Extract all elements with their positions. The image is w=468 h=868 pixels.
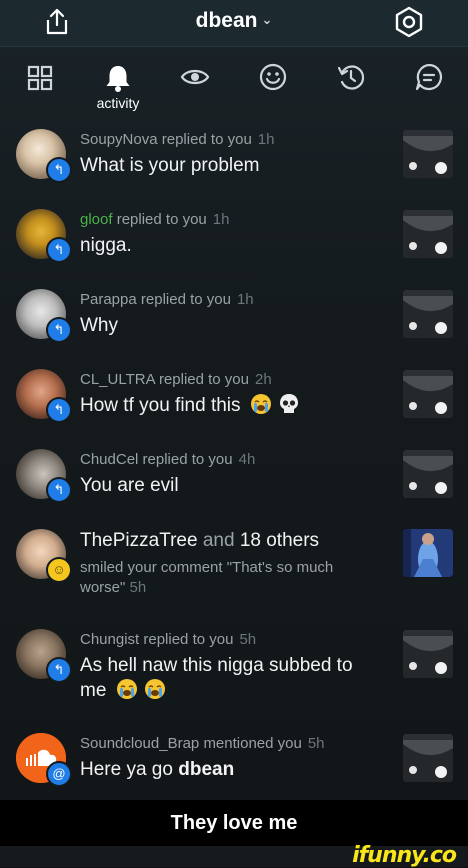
top-bar: dbean ⌄ (0, 0, 468, 47)
reply-icon: ↰ (46, 237, 72, 263)
timestamp: 1h (257, 131, 275, 148)
post-thumbnail[interactable] (403, 130, 453, 178)
timestamp: 5h (129, 579, 147, 596)
smile-badge-icon: ☺ (46, 557, 72, 583)
username[interactable]: ChudCel (80, 451, 138, 468)
tab-grid[interactable] (10, 56, 70, 116)
username[interactable]: SoupyNova (80, 131, 158, 148)
tab-activity[interactable]: activity (88, 56, 148, 116)
username[interactable]: ThePizzaTree (80, 530, 198, 551)
username[interactable]: Parappa (80, 291, 137, 308)
post-thumbnail[interactable] (403, 529, 453, 577)
reply-text-container: How tf you find this (80, 393, 299, 418)
crying-emoji-icon (144, 679, 165, 699)
timestamp: 5h (239, 631, 257, 648)
notification-meta: Chungist replied to you 5h (80, 631, 256, 648)
notification-meta: Soundcloud_Brap mentioned you 5h (80, 735, 325, 752)
notification-detail: smiled your comment "That's so much wors… (80, 558, 380, 598)
activity-tabs: activity (0, 56, 468, 118)
tab-history[interactable] (321, 56, 381, 116)
reply-text-container: Here ya go dbean (80, 757, 234, 782)
grid-icon (27, 65, 53, 91)
action-text: replied to you (158, 371, 249, 388)
reply-icon: ↰ (46, 157, 72, 183)
username[interactable]: Soundcloud_Brap (80, 735, 199, 752)
skull-emoji-icon (280, 394, 299, 413)
reply-text: Why (80, 315, 118, 336)
tab-smiles[interactable] (243, 56, 303, 116)
crying-emoji-icon (116, 679, 137, 699)
mention-icon: @ (46, 761, 72, 787)
reply-icon: ↰ (46, 397, 72, 423)
mention-link[interactable]: dbean (178, 759, 234, 780)
reply-text: What is your problem (80, 155, 260, 176)
reply-text-container: As hell naw this nigga subbed to me (80, 653, 380, 703)
action-text: replied to you (116, 211, 207, 228)
notification-meta: gloof replied to you 1h (80, 211, 229, 228)
ifunny-watermark: ifunny.co (352, 843, 457, 868)
bell-icon (106, 66, 130, 92)
chevron-down-icon: ⌄ (261, 12, 273, 27)
notification-meta: SoupyNova replied to you 1h (80, 131, 274, 148)
reply-text: How tf you find this (80, 395, 241, 416)
reply-icon: ↰ (46, 317, 72, 343)
username[interactable]: CL_ULTRA (80, 371, 155, 388)
crying-emoji-icon (250, 394, 271, 414)
notification-title: ThePizzaTree and 18 others (80, 530, 319, 552)
watermark-bar: ifunny.co (0, 843, 468, 868)
eye-icon (180, 69, 210, 85)
post-thumbnail[interactable] (403, 734, 453, 782)
tab-activity-label: activity (96, 95, 140, 111)
action-text: replied to you (161, 131, 252, 148)
notification-meta: Parappa replied to you 1h (80, 291, 254, 308)
timestamp: 1h (236, 291, 254, 308)
timestamp: 5h (307, 735, 325, 752)
post-thumbnail[interactable] (403, 370, 453, 418)
tab-views[interactable] (165, 56, 225, 116)
action-text: mentioned you (203, 735, 302, 752)
action-text: replied to you (140, 291, 231, 308)
history-icon (337, 65, 365, 90)
tab-comments[interactable] (399, 56, 459, 116)
reply-text: nigga. (80, 235, 132, 256)
others-count[interactable]: 18 others (240, 530, 319, 551)
action-text: replied to you (142, 451, 233, 468)
post-thumbnail[interactable] (403, 210, 453, 258)
post-thumbnail[interactable] (403, 450, 453, 498)
meme-caption: They love me (0, 800, 468, 846)
notification-meta: ChudCel replied to you 4h (80, 451, 255, 468)
username[interactable]: Chungist (80, 631, 139, 648)
detail-text: smiled your comment "That's so much wors… (80, 559, 334, 596)
smile-icon (259, 63, 287, 91)
post-thumbnail[interactable] (403, 290, 453, 338)
username[interactable]: gloof (80, 211, 113, 228)
timestamp: 4h (238, 451, 256, 468)
reply-text: You are evil (80, 475, 179, 496)
timestamp: 2h (255, 371, 272, 388)
settings-icon[interactable] (392, 5, 426, 39)
action-text: replied to you (143, 631, 234, 648)
username-title: dbean (195, 9, 258, 32)
reply-text: Here ya go (80, 759, 173, 780)
and-text: and (202, 530, 235, 551)
notification-meta: CL_ULTRA replied to you 2h (80, 371, 272, 388)
app-screen: dbean ⌄ activity ↰ SoupyNova replied to … (0, 0, 468, 800)
timestamp: 1h (212, 211, 230, 228)
reply-icon: ↰ (46, 477, 72, 503)
post-thumbnail[interactable] (403, 630, 453, 678)
reply-icon: ↰ (46, 657, 72, 683)
comment-icon (415, 63, 443, 91)
